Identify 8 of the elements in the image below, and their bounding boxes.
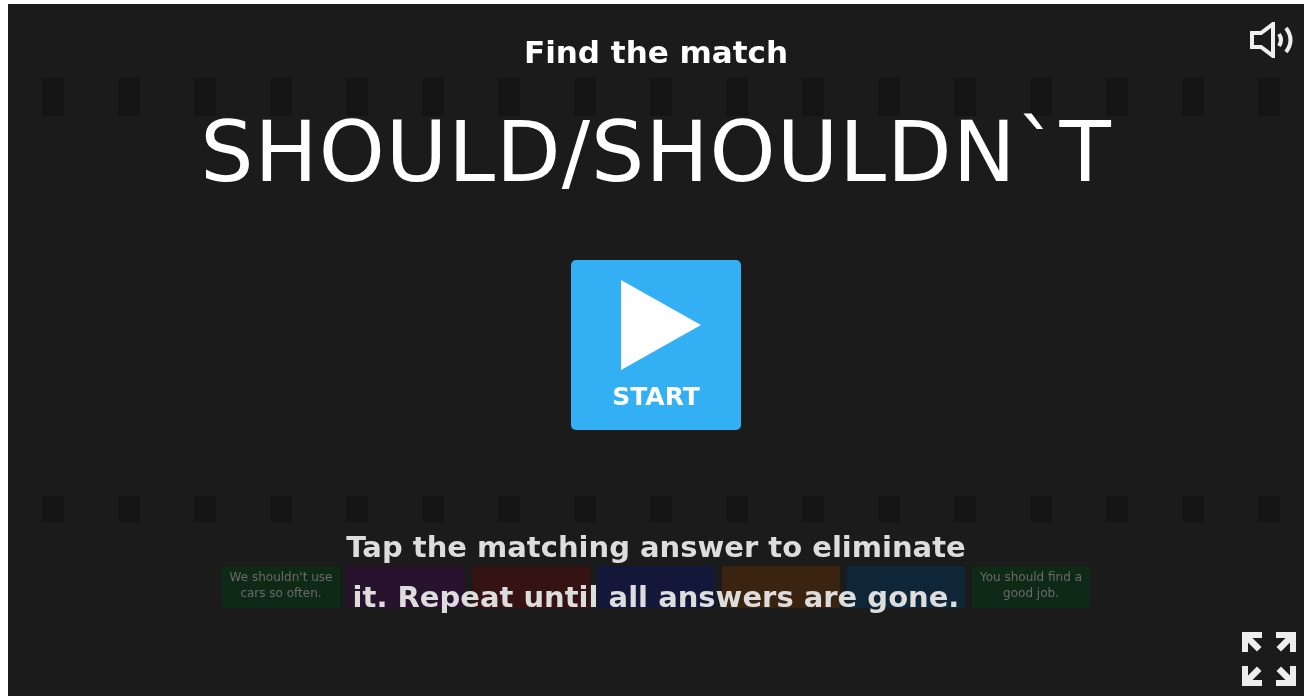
instructions: Tap the matching answer to eliminate it. Repeat until all answers are gone. [345,529,967,617]
activity-type: Find the match [523,34,788,70]
answer-tile: You should find a good job. [972,566,1090,609]
fullscreen-icon[interactable] [1242,632,1296,686]
start-button[interactable]: START [571,260,741,431]
play-icon [621,280,701,371]
answer-tile: We shouldn't use cars so often. [222,566,340,609]
activity-title: SHOULD/SHOULDN`T [200,106,1112,199]
